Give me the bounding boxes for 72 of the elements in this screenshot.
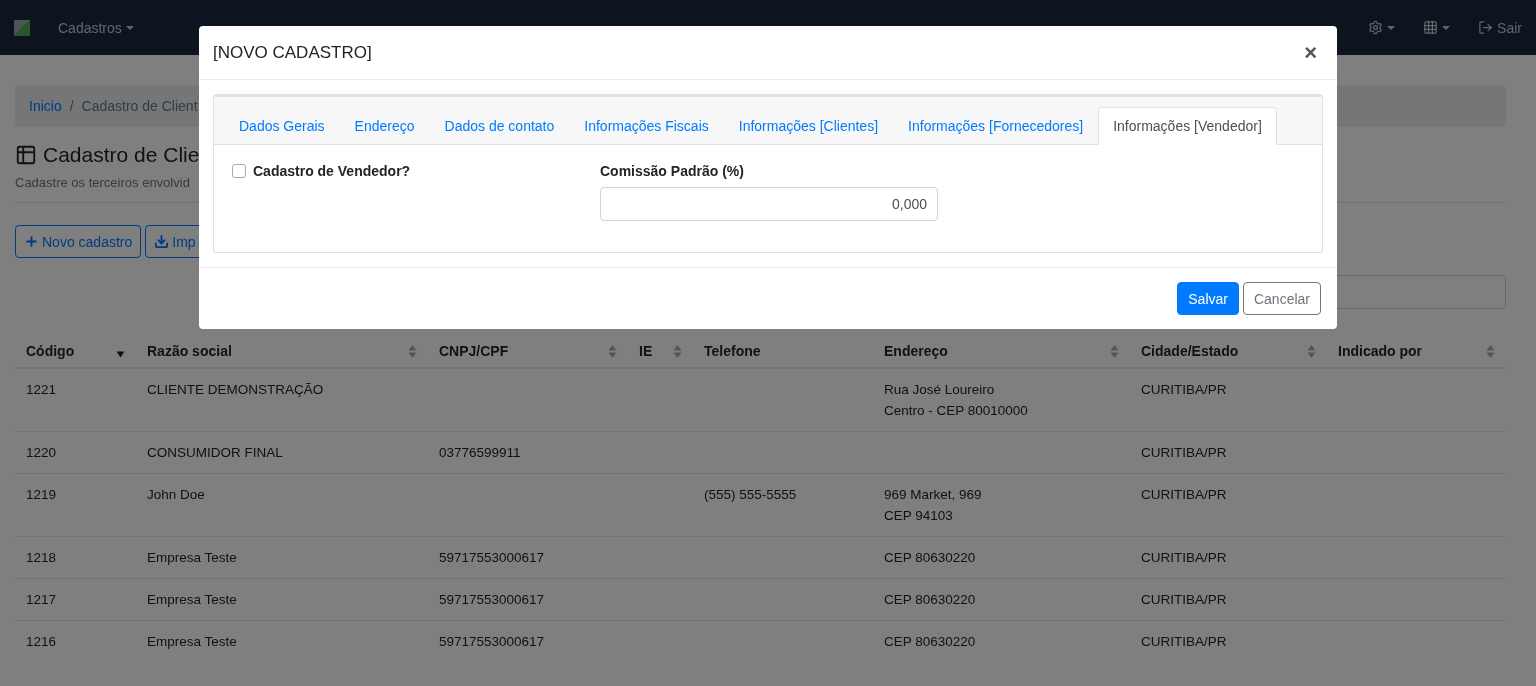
table-cell: 1217 (15, 578, 136, 621)
page-subtitle: Cadastre os terceiros envolvid (15, 175, 190, 190)
settings-menu[interactable] (1368, 20, 1396, 35)
logo-icon[interactable] (14, 19, 30, 36)
column-header[interactable]: Código (15, 335, 136, 368)
table-cell: CLIENTE DEMONSTRAÇÃO (136, 368, 428, 432)
table-cell: 969 Market, 969 CEP 94103 (873, 473, 1130, 537)
tab[interactable]: Dados de contato (429, 107, 570, 145)
column-header[interactable]: Telefone (693, 335, 873, 368)
table-cell: 1219 (15, 473, 136, 537)
column-header[interactable]: Indicado por (1327, 335, 1506, 368)
table-cell: Empresa Teste (136, 620, 428, 662)
sort-descending-icon[interactable] (116, 351, 125, 358)
breadcrumb-separator: / (69, 98, 74, 114)
logout-link[interactable]: Sair (1478, 19, 1522, 36)
sort-icon[interactable] (1110, 343, 1119, 359)
table-cell: Empresa Teste (136, 536, 428, 579)
table-cell: John Doe (136, 473, 428, 537)
table-icon (15, 144, 37, 166)
breadcrumb-link[interactable]: Inicio (29, 98, 62, 114)
tab[interactable]: Informações [Vendedor] (1098, 107, 1277, 145)
table-cell: CONSUMIDOR FINAL (136, 431, 428, 474)
table-cell: Rua José Loureiro Centro - CEP 80010000 (873, 368, 1130, 432)
plus-icon (24, 234, 39, 249)
apps-menu[interactable] (1423, 20, 1451, 35)
download-icon (154, 234, 170, 249)
logout-icon[interactable] (1478, 20, 1494, 35)
tab[interactable]: Informações Fiscais (569, 107, 724, 145)
sort-icon[interactable] (1307, 343, 1316, 359)
table-cell: CURITIBA/PR (1130, 578, 1327, 621)
commission-field[interactable]: 0,000 (600, 187, 938, 221)
tab[interactable]: Informações [Clientes] (723, 107, 894, 145)
cancel-button[interactable]: Cancelar (1242, 282, 1321, 315)
table-cell: 1221 (15, 368, 136, 432)
table-cell: 03776599911 (428, 431, 628, 474)
tab[interactable]: Informações [Fornecedores] (893, 107, 1099, 145)
field-label: Comissão Padrão (%) (600, 163, 745, 179)
save-button[interactable]: Salvar (1177, 282, 1239, 315)
sort-icon[interactable] (408, 343, 417, 359)
table-cell: CURITIBA/PR (1130, 536, 1327, 579)
sort-icon[interactable] (1486, 343, 1495, 359)
table-cell: CURITIBA/PR (1130, 473, 1327, 537)
column-header[interactable]: CNPJ/CPF (428, 335, 628, 368)
breadcrumb-current: Cadastro de Client (81, 98, 198, 114)
table-cell: CURITIBA/PR (1130, 368, 1327, 432)
page-title: Cadastro de Clie (43, 143, 200, 167)
table-cell: CEP 80630220 (873, 578, 1130, 621)
table-cell: 59717553000617 (428, 620, 628, 662)
table-cell: CURITIBA/PR (1130, 620, 1327, 662)
table-cell: Empresa Teste (136, 578, 428, 621)
column-header[interactable]: Endereço (873, 335, 1130, 368)
table-cell: 1218 (15, 536, 136, 579)
column-header[interactable]: Razão social (136, 335, 428, 368)
table-cell: 1220 (15, 431, 136, 474)
new-button[interactable]: Novo cadastro (15, 225, 142, 258)
vendor-checkbox[interactable]: Cadastro de Vendedor? (232, 163, 600, 179)
tab[interactable]: Dados Gerais (224, 107, 340, 145)
table-cell: 1216 (15, 620, 136, 662)
table-cell: 59717553000617 (428, 578, 628, 621)
table-cell: CEP 80630220 (873, 536, 1130, 579)
sort-icon[interactable] (608, 343, 617, 359)
table-cell: CURITIBA/PR (1130, 431, 1327, 474)
tab[interactable]: Endereço (339, 107, 430, 145)
table-cell: (555) 555-5555 (693, 473, 873, 537)
close-button[interactable]: × (1298, 39, 1323, 66)
table-cell: 59717553000617 (428, 536, 628, 579)
column-header[interactable]: Cidade/Estado (1130, 335, 1327, 368)
sort-icon[interactable] (673, 343, 682, 359)
column-header[interactable]: IE (628, 335, 693, 368)
nav-menu[interactable]: Cadastros (58, 19, 134, 36)
modal-title: [NOVO CADASTRO] (213, 42, 372, 63)
table-cell: CEP 80630220 (873, 620, 1130, 662)
